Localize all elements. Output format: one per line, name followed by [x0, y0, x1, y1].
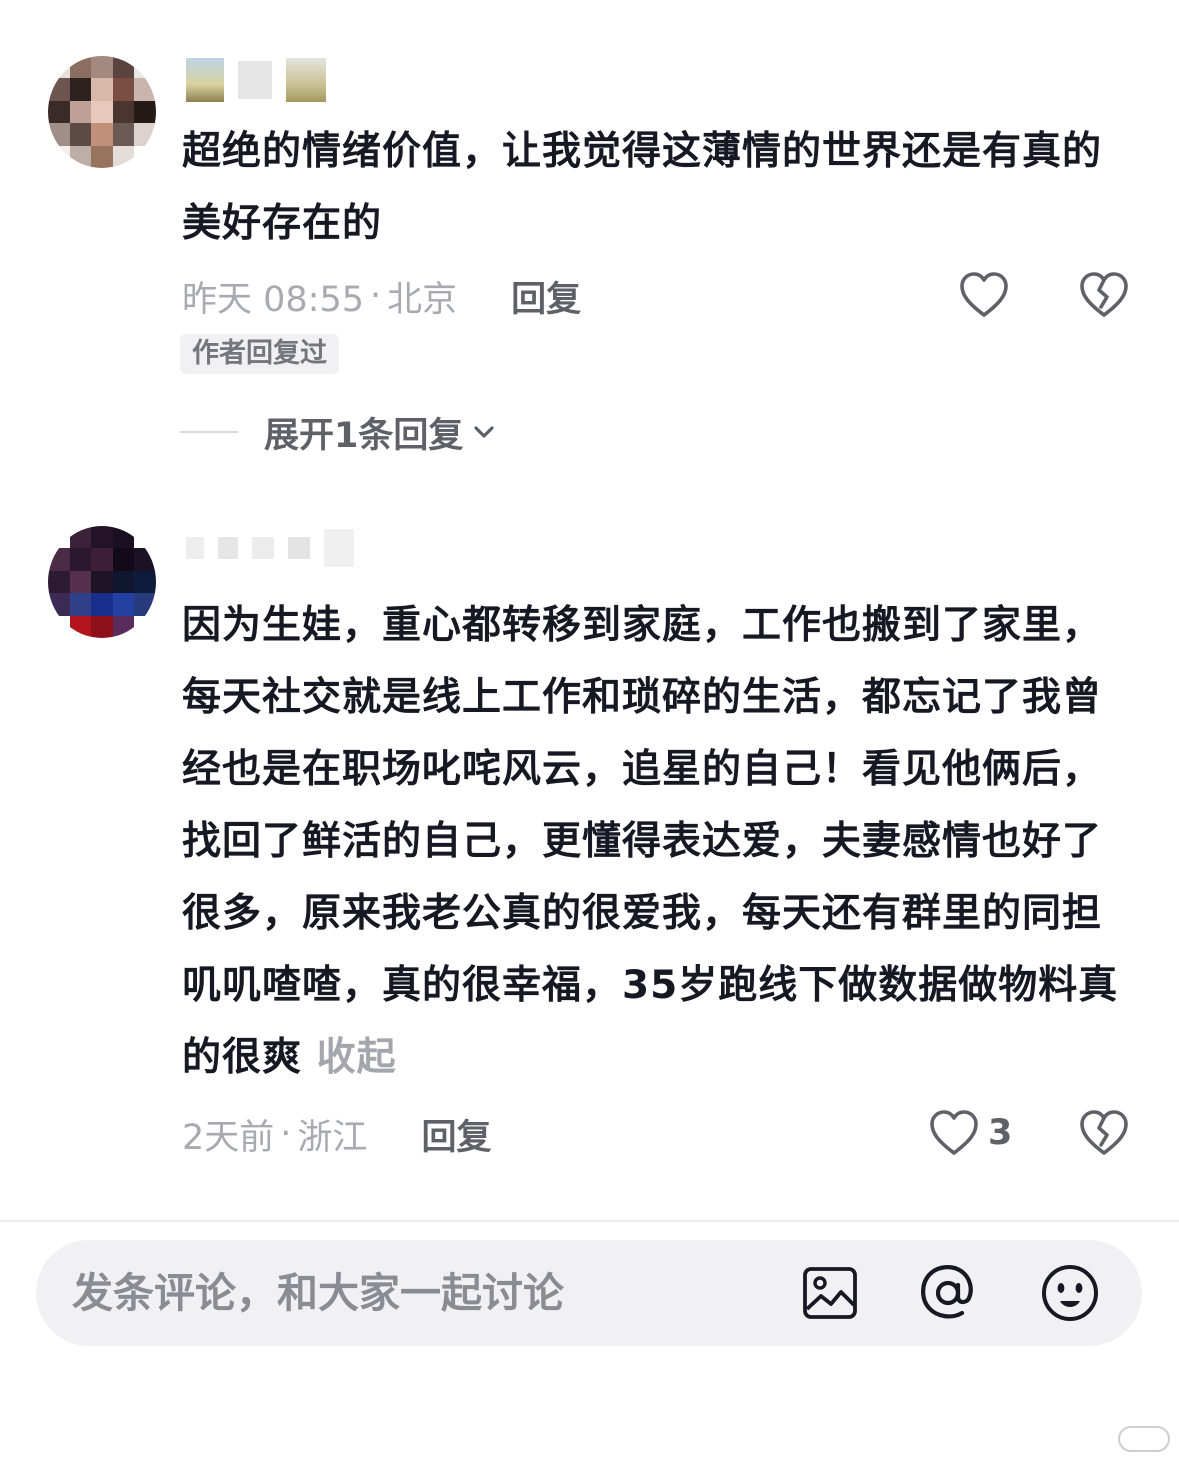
heart-icon	[930, 1110, 978, 1155]
comment-time: 2天前	[182, 1117, 275, 1158]
divider	[0, 1220, 1179, 1222]
avatar[interactable]	[48, 526, 156, 638]
comment-text: 因为生娃，重心都转移到家庭，工作也搬到了家里，每天社交就是线上工作和琐碎的生活，…	[182, 590, 1122, 1094]
dislike-button[interactable]	[1078, 1108, 1130, 1158]
comment-input-bar[interactable]: 发条评论，和大家一起讨论	[36, 1240, 1142, 1346]
at-icon	[921, 1265, 973, 1319]
comment-item: 因为生娃，重心都转移到家庭，工作也搬到了家里，每天社交就是线上工作和琐碎的生活，…	[0, 0, 1179, 1200]
comment-text-body: 因为生娃，重心都转移到家庭，工作也搬到了家里，每天社交就是线上工作和琐碎的生活，…	[182, 603, 1119, 1080]
comment-input-placeholder[interactable]: 发条评论，和大家一起讨论	[72, 1240, 564, 1346]
username-redacted[interactable]	[186, 524, 354, 572]
mention-button[interactable]	[918, 1263, 978, 1323]
like-button[interactable]: 3	[928, 1108, 1012, 1158]
meta-separator: ·	[280, 1114, 292, 1154]
comment-location: 浙江	[297, 1117, 368, 1158]
emoji-button[interactable]	[1040, 1263, 1100, 1323]
image-button[interactable]	[800, 1263, 860, 1323]
comment-meta: 2天前 · 浙江 回复	[182, 1106, 491, 1162]
emoji-icon	[1042, 1265, 1098, 1321]
like-count: 3	[988, 1113, 1013, 1153]
collapse-button[interactable]: 收起	[317, 1035, 397, 1080]
home-indicator	[1118, 1426, 1170, 1452]
image-icon	[803, 1267, 857, 1319]
dislike-heart-icon	[1080, 1110, 1128, 1155]
reply-button[interactable]: 回复	[421, 1109, 491, 1160]
